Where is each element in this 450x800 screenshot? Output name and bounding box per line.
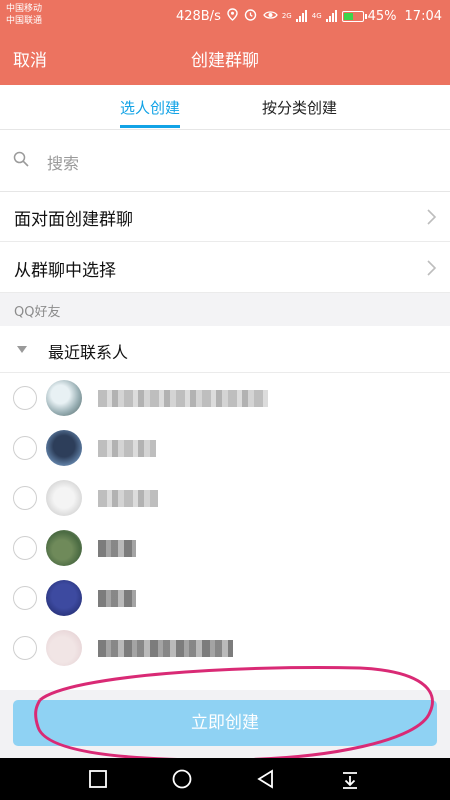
location-icon (227, 8, 238, 24)
face-to-face-create-row[interactable]: 面对面创建群聊 (0, 192, 450, 242)
contact-name-blurred (98, 440, 156, 457)
carrier-2: 中国联通 (6, 16, 43, 26)
chevron-right-icon (426, 259, 438, 277)
tab-by-category[interactable]: 按分类创建 (262, 97, 337, 118)
contact-row[interactable] (0, 624, 450, 674)
select-radio[interactable] (13, 536, 37, 560)
avatar (46, 530, 82, 566)
carrier-1: 中国移动 (6, 4, 43, 14)
network-type-2: 4G (311, 12, 322, 20)
contact-row[interactable] (0, 524, 450, 574)
status-bar: 中国移动 中国联通 428B/s 2G 4G 45% 17:04 (0, 0, 450, 32)
contact-row[interactable] (0, 574, 450, 624)
title-bar: 取消 创建群聊 (0, 32, 450, 85)
contact-name-blurred (98, 590, 136, 607)
section-header-qq-friends: QQ好友 (0, 293, 450, 326)
recent-apps-icon[interactable] (86, 767, 110, 791)
tab-bar: 选人创建 按分类创建 (0, 85, 450, 130)
select-radio[interactable] (13, 636, 37, 660)
status-right: 428B/s 2G 4G 45% 17:04 (176, 6, 442, 26)
avatar (46, 430, 82, 466)
back-icon[interactable] (254, 767, 278, 791)
contact-row[interactable] (0, 424, 450, 474)
contact-row[interactable] (0, 374, 450, 424)
select-radio[interactable] (13, 386, 37, 410)
network-speed: 428B/s (175, 8, 221, 24)
network-type-1: 2G (281, 12, 292, 20)
row-label: 从群聊中选择 (14, 261, 116, 281)
avatar (46, 630, 82, 666)
avatar (46, 380, 82, 416)
active-tab-indicator (120, 125, 180, 128)
search-icon (13, 151, 29, 167)
tab-select-people[interactable]: 选人创建 (120, 97, 180, 118)
section-label: QQ好友 (14, 305, 61, 320)
create-now-button[interactable]: 立即创建 (13, 700, 437, 746)
notification-pull-icon[interactable] (338, 767, 362, 791)
avatar (46, 580, 82, 616)
battery-icon (341, 10, 367, 22)
select-radio[interactable] (13, 486, 37, 510)
row-label: 面对面创建群聊 (14, 210, 133, 230)
clock: 17:04 (404, 8, 442, 24)
group-recent-contacts[interactable]: 最近联系人 (0, 326, 450, 373)
battery-percent: 45% (367, 8, 397, 24)
contact-name-blurred (98, 640, 233, 657)
contact-name-blurred (98, 540, 136, 557)
top-bar: 中国移动 中国联通 428B/s 2G 4G 45% 17:04 取消 创建群聊 (0, 0, 450, 85)
eye-icon (263, 9, 278, 23)
signal-icon-2 (325, 10, 338, 22)
group-label: 最近联系人 (48, 343, 129, 362)
contact-name-blurred (98, 390, 268, 407)
system-nav-bar (0, 758, 450, 800)
contact-row[interactable] (0, 474, 450, 524)
alarm-icon (244, 8, 257, 24)
chevron-right-icon (426, 208, 438, 226)
home-icon[interactable] (170, 767, 194, 791)
carrier-info: 中国移动 中国联通 (6, 3, 42, 27)
signal-icon (295, 10, 308, 22)
search-placeholder: 搜索 (47, 154, 80, 173)
page-title: 创建群聊 (191, 51, 259, 71)
expand-triangle-icon (17, 346, 27, 353)
contact-name-blurred (98, 490, 158, 507)
avatar (46, 480, 82, 516)
select-from-groups-row[interactable]: 从群聊中选择 (0, 243, 450, 293)
select-radio[interactable] (13, 436, 37, 460)
select-radio[interactable] (13, 586, 37, 610)
search-bar[interactable]: 搜索 (0, 131, 450, 192)
